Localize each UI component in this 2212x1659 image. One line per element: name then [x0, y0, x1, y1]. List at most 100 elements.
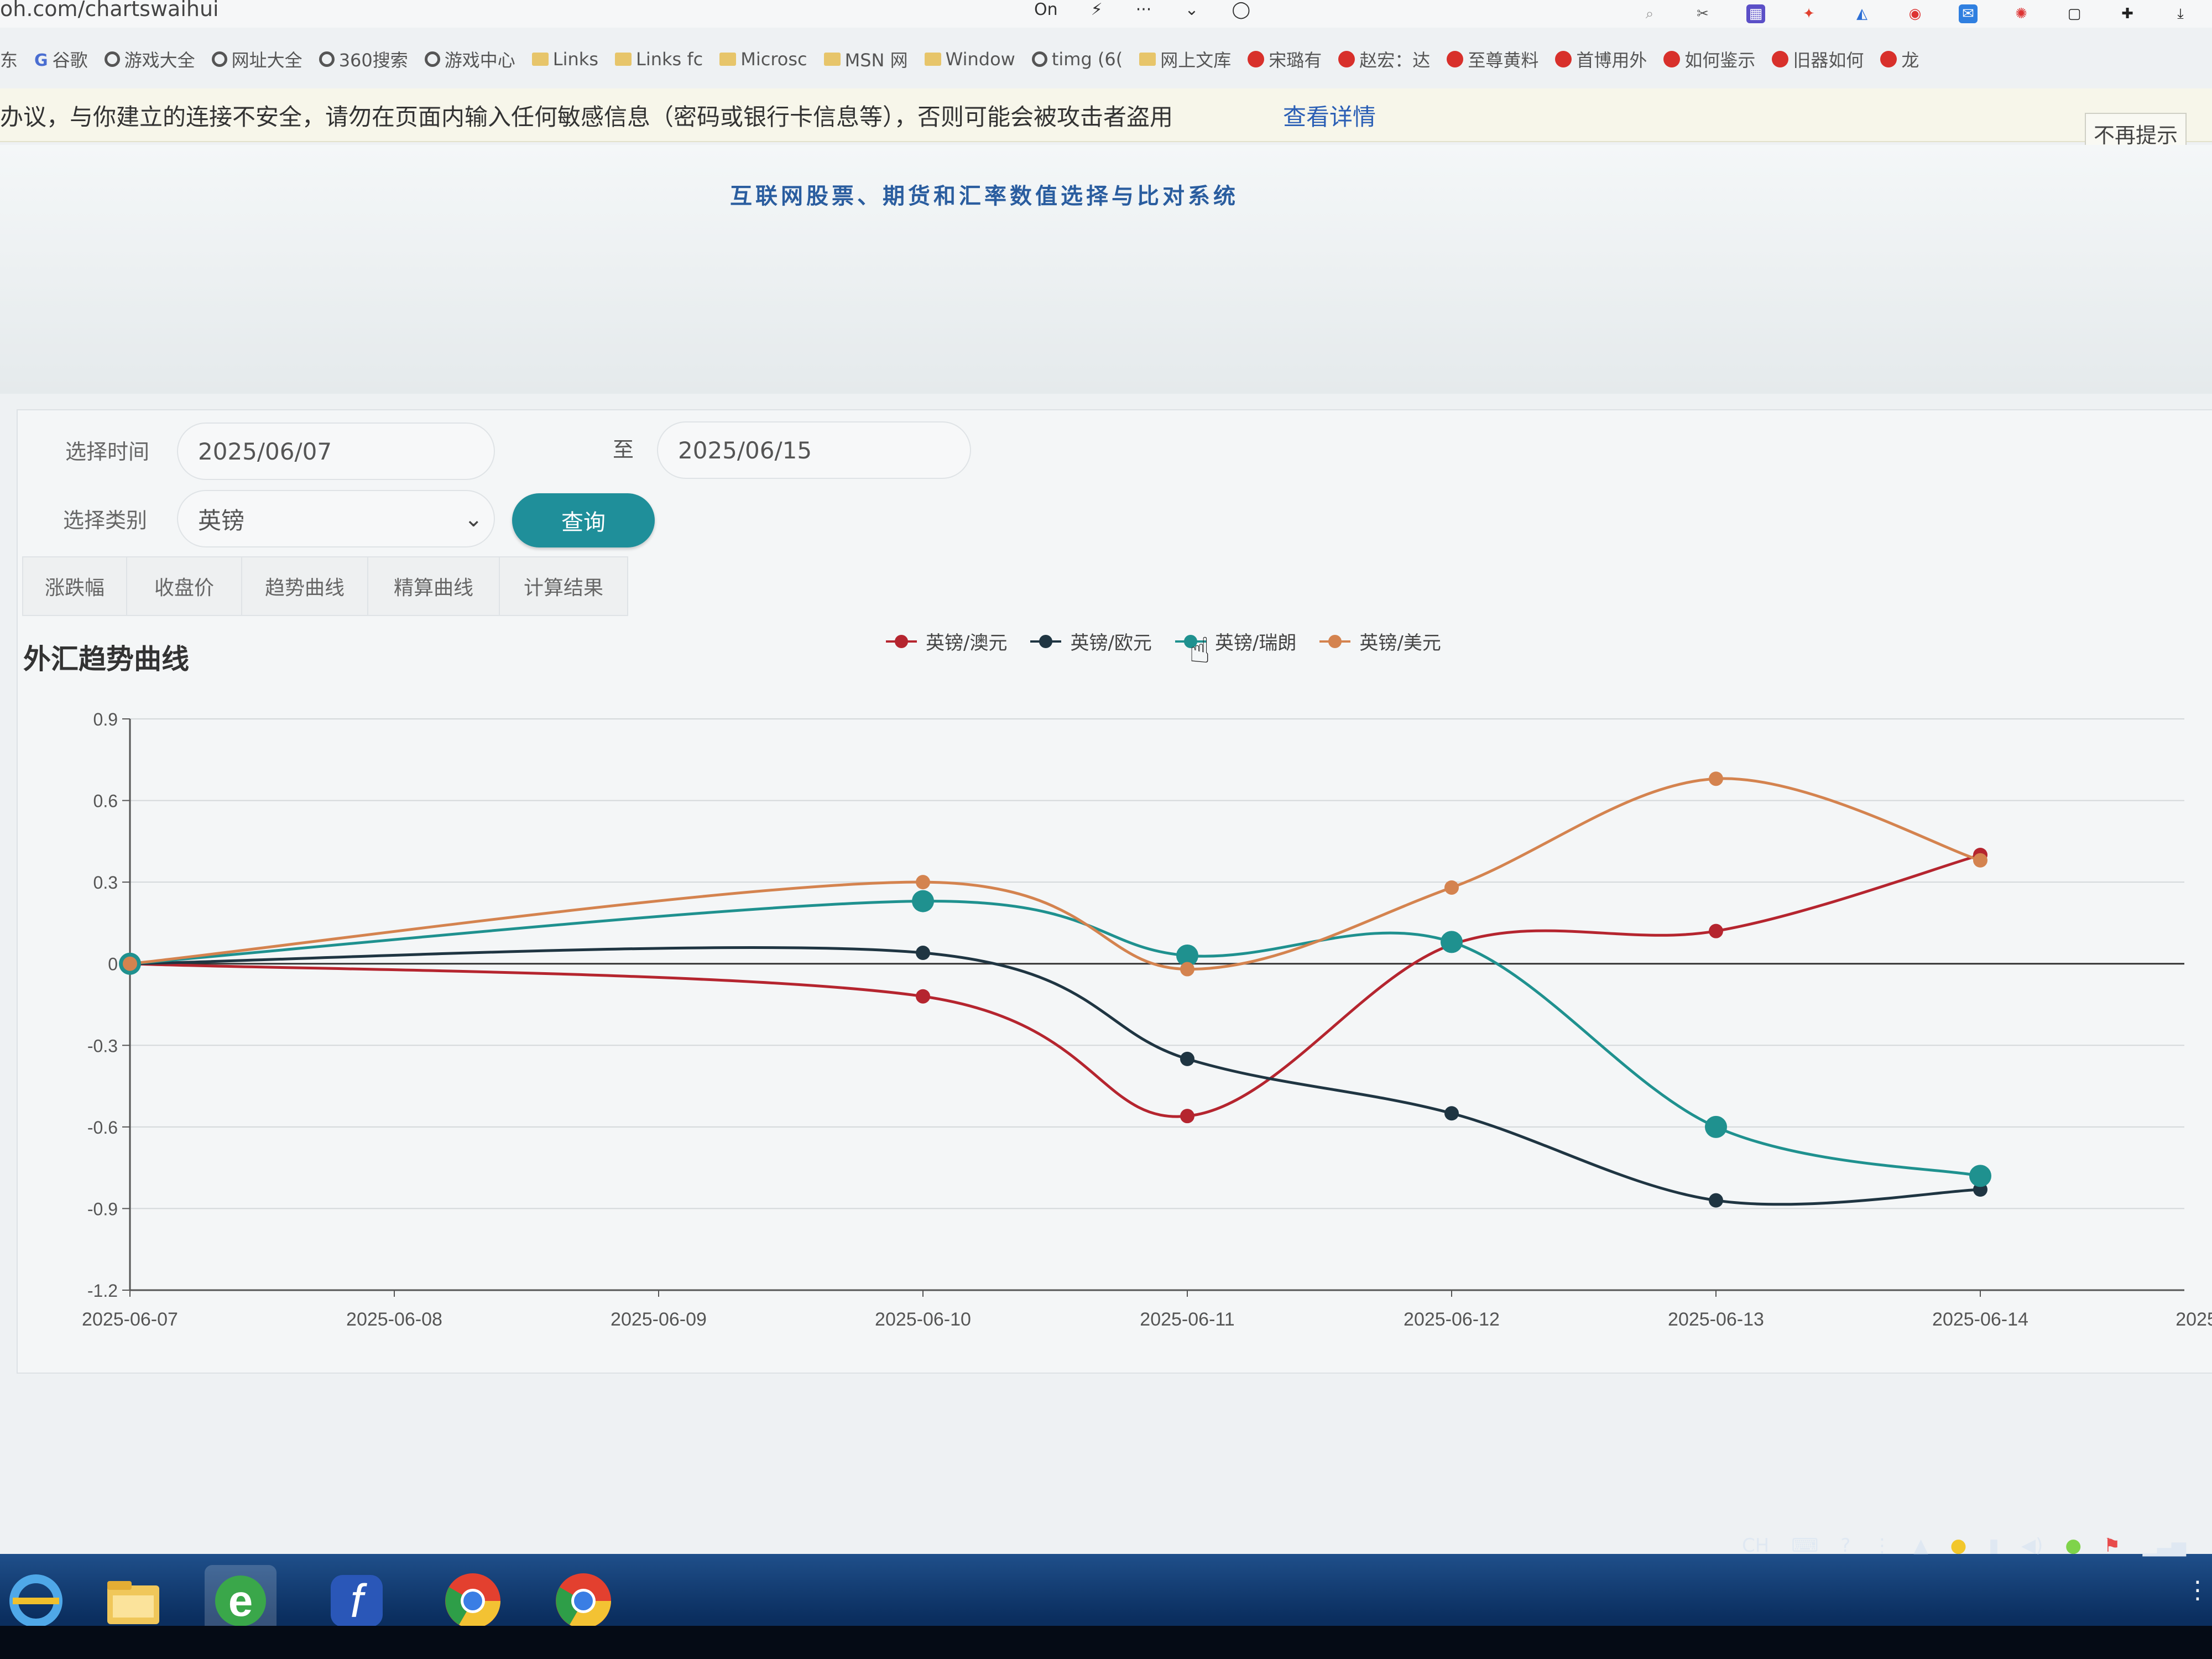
weibo-icon — [1447, 51, 1464, 67]
x-tick-label: 2025-06 — [2176, 1309, 2212, 1330]
browser-toolbar-center: On ⚡ ··· ⌄ ◯ — [1034, 0, 1250, 19]
puzzle-icon[interactable]: ✚ — [2118, 4, 2137, 23]
data-point — [1709, 1193, 1723, 1208]
bookmark-item[interactable]: MSN 网 — [823, 46, 908, 72]
bookmark-label: 赵宏：达 — [1359, 50, 1431, 71]
extension-icon[interactable]: ✺ — [2012, 4, 2031, 23]
bookmark-item[interactable]: 至尊黄料 — [1447, 46, 1538, 72]
to-label: 至 — [613, 437, 634, 462]
lightning-icon[interactable]: ⚡ — [1091, 0, 1103, 19]
series-line — [129, 900, 1981, 1177]
bookmark-item[interactable]: Window — [924, 49, 1015, 70]
more-vertical-icon[interactable]: ⋮ — [2185, 1576, 2210, 1604]
bookmark-item[interactable]: Microsc — [719, 49, 807, 70]
more-icon[interactable]: ··· — [1136, 0, 1152, 19]
bookmark-label: 游戏中心 — [444, 50, 515, 71]
trend-chart: 0.9 0.6 0.3 0 -0.3 -0.6 -0.9 -1.2 2025-06-07 2025… — [82, 709, 2212, 1330]
bookmark-item[interactable]: 首博用外 — [1555, 46, 1647, 72]
legend-item[interactable]: 英镑/澳元 — [885, 628, 1007, 655]
tray-app-icon[interactable]: ● — [1950, 1535, 1967, 1557]
flag-icon[interactable]: ⚑ — [2104, 1535, 2120, 1557]
x-tick-label: 2025-06-14 — [1932, 1309, 2028, 1330]
data-point — [1969, 1165, 1991, 1187]
download-icon[interactable]: ⤓ — [2171, 4, 2190, 23]
legend-label: 英镑/澳元 — [926, 632, 1008, 654]
weibo-icon[interactable]: ◉ — [1906, 4, 1924, 23]
legend-label: 英镑/欧元 — [1070, 632, 1152, 654]
site-title: 互联网股票、期货和汇率数值选择与比对系统 — [730, 184, 1239, 209]
network-icon[interactable]: ⋮ — [1872, 1535, 1891, 1557]
start-date-input[interactable]: 2025/06/07 — [177, 422, 495, 480]
tab-close-price[interactable]: 收盘价 — [126, 556, 241, 616]
bookmark-label: 至尊黄料 — [1468, 50, 1539, 71]
tab-trend-curve[interactable]: 趋势曲线 — [241, 556, 367, 616]
legend-item[interactable]: 英镑/欧元 — [1029, 628, 1152, 655]
bookmark-item[interactable]: 游戏大全 — [104, 46, 195, 72]
category-select[interactable]: 英镑 ⌄ — [177, 490, 495, 547]
chevron-up-icon[interactable]: ▲ — [1913, 1535, 1928, 1557]
google-icon: G — [34, 51, 48, 70]
bookmark-label: Links — [552, 49, 598, 70]
signal-icon[interactable]: ▁▃▅ — [2143, 1535, 2186, 1557]
tab-change-rate[interactable]: 涨跌幅 — [22, 556, 126, 616]
bookmark-item[interactable]: timg (6( — [1031, 49, 1123, 70]
bookmark-label: 游戏大全 — [124, 50, 195, 71]
data-point — [1180, 1109, 1194, 1124]
x-tick-label: 2025-06-07 — [82, 1309, 178, 1330]
extension-icon[interactable]: ✦ — [1799, 4, 1818, 23]
end-date-input[interactable]: 2025/06/15 — [657, 421, 971, 479]
help-icon[interactable]: ? — [1840, 1535, 1850, 1557]
profile-icon[interactable]: ◯ — [1232, 0, 1250, 19]
globe-icon — [211, 51, 227, 67]
bookmark-item[interactable]: 如何鉴示 — [1663, 46, 1755, 72]
bookmark-label: 如何鉴示 — [1684, 50, 1756, 71]
data-point — [1441, 931, 1463, 953]
bookmark-label: 宋璐有 — [1269, 50, 1322, 71]
extension-icon[interactable]: ▦ — [1746, 4, 1765, 23]
globe-icon — [1031, 51, 1047, 67]
bookmark-item[interactable]: Links — [531, 49, 598, 70]
legend-item[interactable]: 英镑/美元 — [1318, 628, 1441, 655]
bookmark-item[interactable]: G 谷歌 — [34, 46, 88, 72]
toolbar-item[interactable]: On — [1034, 0, 1058, 19]
scissors-icon[interactable]: ✂ — [1693, 4, 1712, 23]
mail-icon[interactable]: ✉ — [1959, 4, 1978, 23]
keyboard-icon[interactable]: ⌨ — [1791, 1535, 1818, 1557]
volume-icon[interactable]: ◀) — [2021, 1535, 2043, 1557]
tab-actuarial-curve[interactable]: 精算曲线 — [367, 556, 499, 616]
bookmark-item[interactable]: 龙 — [1880, 46, 1919, 72]
query-button[interactable]: 查询 — [512, 493, 655, 547]
bookmark-item[interactable]: 旧器如何 — [1772, 46, 1864, 72]
bookmark-item[interactable]: 游戏中心 — [424, 46, 515, 72]
bookmark-item[interactable]: 网址大全 — [211, 46, 302, 72]
tab-calc-result[interactable]: 计算结果 — [499, 556, 628, 616]
folder-icon — [1139, 53, 1156, 66]
data-point — [1444, 1106, 1459, 1121]
chevron-down-icon[interactable]: ⌄ — [1185, 0, 1198, 19]
data-point — [1709, 771, 1723, 786]
bookmark-item[interactable]: 360搜索 — [319, 46, 408, 72]
search-icon[interactable]: ⌕ — [1640, 4, 1659, 23]
warning-details-link[interactable]: 查看详情 — [1283, 98, 1376, 132]
bookmark-item[interactable]: 网上文库 — [1139, 46, 1231, 72]
bookmark-label: 龙 — [1901, 50, 1919, 71]
bookmark-item[interactable]: 宋璐有 — [1248, 46, 1322, 72]
extension-icons: ⌕ ✂ ▦ ✦ ◭ ◉ ✉ ✺ ▢ ✚ ⤓ — [1640, 4, 2190, 23]
window-icon[interactable]: ▢ — [2065, 4, 2084, 23]
legend-label: 英镑/瑞朗 — [1214, 632, 1297, 654]
tray-app-icon[interactable]: ● — [2065, 1535, 2081, 1557]
folder-icon — [615, 53, 632, 66]
series-line — [129, 946, 1981, 1206]
legend-label: 英镑/美元 — [1359, 632, 1441, 654]
input-language[interactable]: CH — [1742, 1535, 1769, 1557]
data-point — [1444, 880, 1459, 895]
bookmark-item[interactable]: 赵宏：达 — [1338, 46, 1430, 72]
bookmark-item[interactable]: Links fc — [615, 49, 703, 70]
extension-icon[interactable]: ◭ — [1853, 4, 1871, 23]
folder-icon — [531, 53, 549, 66]
battery-icon[interactable]: ▮ — [1989, 1535, 1999, 1557]
x-tick-label: 2025-06-11 — [1140, 1309, 1234, 1330]
bookmark-item[interactable]: 东 — [0, 46, 18, 72]
url-text[interactable]: oh.com/chartswaihui — [0, 0, 219, 21]
game-icon — [424, 51, 440, 67]
